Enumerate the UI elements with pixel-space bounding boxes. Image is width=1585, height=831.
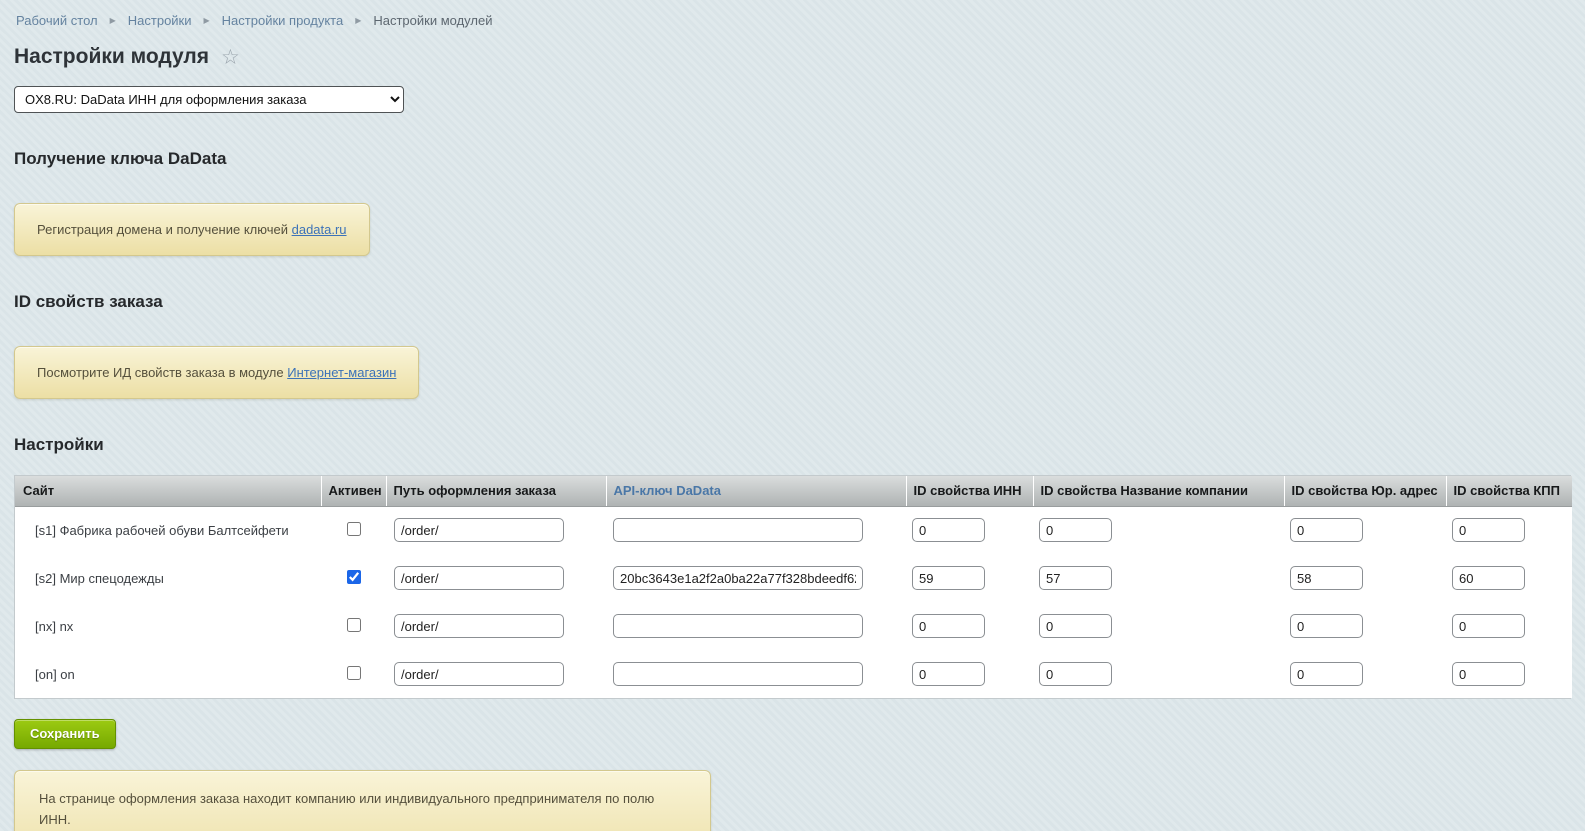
column-header-company-id: ID свойства Название компании	[1033, 476, 1284, 506]
kpp-id-input[interactable]	[1452, 566, 1525, 590]
order-path-input[interactable]	[394, 662, 564, 686]
column-header-order-path: Путь оформления заказа	[386, 476, 606, 506]
breadcrumb-item-settings[interactable]: Настройки	[128, 13, 192, 28]
api-key-input[interactable]	[613, 566, 863, 590]
settings-table: Сайт Активен Путь оформления заказа API-…	[15, 476, 1572, 698]
active-checkbox[interactable]	[347, 522, 361, 536]
inn-id-input[interactable]	[912, 614, 985, 638]
company-id-input[interactable]	[1039, 662, 1112, 686]
favorite-star-icon[interactable]: ☆	[221, 47, 240, 68]
save-button[interactable]: Сохранить	[14, 719, 116, 749]
api-key-input[interactable]	[613, 518, 863, 542]
table-header-row: Сайт Активен Путь оформления заказа API-…	[15, 476, 1572, 506]
column-header-inn-id: ID свойства ИНН	[906, 476, 1033, 506]
dadata-link[interactable]: dadata.ru	[292, 222, 347, 237]
site-label: [s1] Фабрика рабочей обуви Балтсейфети	[15, 506, 321, 554]
kpp-id-input[interactable]	[1452, 662, 1525, 686]
order-path-input[interactable]	[394, 566, 564, 590]
column-header-active: Активен	[321, 476, 386, 506]
breadcrumb-item-module-settings[interactable]: Настройки модулей	[373, 13, 492, 28]
company-id-input[interactable]	[1039, 566, 1112, 590]
table-row: [on] on	[15, 650, 1572, 698]
breadcrumb-item-desktop[interactable]: Рабочий стол	[16, 13, 98, 28]
module-select[interactable]: OX8.RU: DaData ИНН для оформления заказа	[14, 86, 404, 113]
active-checkbox[interactable]	[347, 666, 361, 680]
table-row: [s2] Мир спецодежды	[15, 554, 1572, 602]
section-heading-settings: Настройки	[14, 435, 1571, 455]
kpp-id-input[interactable]	[1452, 518, 1525, 542]
breadcrumb-separator-icon: ▶	[204, 17, 210, 25]
company-id-input[interactable]	[1039, 614, 1112, 638]
save-row: Сохранить	[14, 699, 1571, 749]
order-path-input[interactable]	[394, 518, 564, 542]
settings-table-wrap: Сайт Активен Путь оформления заказа API-…	[14, 475, 1571, 699]
table-row: [nx] nx	[15, 602, 1572, 650]
module-select-row: OX8.RU: DaData ИНН для оформления заказа	[14, 69, 1571, 113]
inn-id-input[interactable]	[912, 566, 985, 590]
address-id-input[interactable]	[1290, 662, 1363, 686]
title-row: Настройки модуля ☆	[14, 45, 1571, 69]
section-heading-order-props: ID свойств заказа	[14, 292, 1571, 312]
footer-note-line-1: На странице оформления заказа находит ко…	[39, 788, 686, 830]
section-heading-dadata-key: Получение ключа DaData	[14, 149, 1571, 169]
column-header-site: Сайт	[15, 476, 321, 506]
note-box-order-props: Посмотрите ИД свойств заказа в модуле Ин…	[14, 346, 419, 399]
active-checkbox[interactable]	[347, 618, 361, 632]
site-label: [on] on	[15, 650, 321, 698]
column-header-api-key: API-ключ DaData	[606, 476, 906, 506]
breadcrumb-item-product-settings[interactable]: Настройки продукта	[222, 13, 344, 28]
active-checkbox[interactable]	[347, 570, 361, 584]
page-title: Настройки модуля	[14, 45, 209, 69]
breadcrumb-separator-icon: ▶	[110, 17, 116, 25]
site-label: [s2] Мир спецодежды	[15, 554, 321, 602]
order-path-input[interactable]	[394, 614, 564, 638]
address-id-input[interactable]	[1290, 518, 1363, 542]
column-header-kpp-id: ID свойства КПП	[1446, 476, 1572, 506]
api-key-input[interactable]	[613, 614, 863, 638]
breadcrumb-separator-icon: ▶	[355, 17, 361, 25]
breadcrumb: Рабочий стол ▶ Настройки ▶ Настройки про…	[14, 11, 1571, 30]
site-label: [nx] nx	[15, 602, 321, 650]
kpp-id-input[interactable]	[1452, 614, 1525, 638]
address-id-input[interactable]	[1290, 614, 1363, 638]
note-box-dadata-key: Регистрация домена и получение ключей da…	[14, 203, 370, 256]
table-row: [s1] Фабрика рабочей обуви Балтсейфети	[15, 506, 1572, 554]
address-id-input[interactable]	[1290, 566, 1363, 590]
company-id-input[interactable]	[1039, 518, 1112, 542]
module-settings-page: Рабочий стол ▶ Настройки ▶ Настройки про…	[0, 0, 1585, 831]
internet-shop-link[interactable]: Интернет-магазин	[287, 365, 396, 380]
api-key-input[interactable]	[613, 662, 863, 686]
note-text: Регистрация домена и получение ключей	[37, 222, 292, 237]
note-text: Посмотрите ИД свойств заказа в модуле	[37, 365, 287, 380]
column-header-address-id: ID свойства Юр. адрес	[1284, 476, 1446, 506]
inn-id-input[interactable]	[912, 662, 985, 686]
inn-id-input[interactable]	[912, 518, 985, 542]
footer-note-box: На странице оформления заказа находит ко…	[14, 770, 711, 831]
